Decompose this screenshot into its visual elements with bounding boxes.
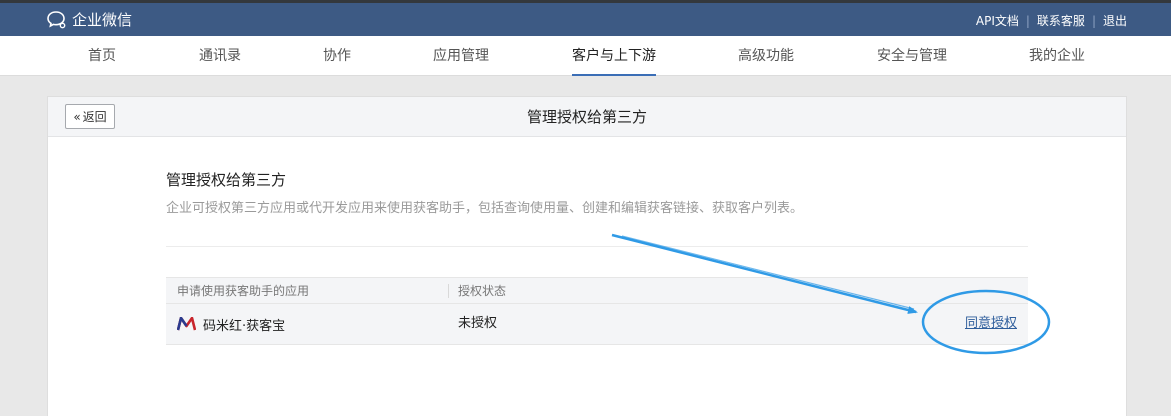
back-label: 返回 bbox=[82, 110, 107, 124]
mamihong-logo-icon bbox=[177, 317, 196, 331]
page-title: 管理授权给第三方 bbox=[526, 108, 647, 126]
nav-item-customers-upstream[interactable]: 客户与上下游 bbox=[572, 36, 656, 76]
table-header: 申请使用获客助手的应用 授权状态 bbox=[166, 277, 1028, 304]
nav-item-contacts[interactable]: 通讯录 bbox=[199, 36, 241, 76]
brand-logo[interactable]: 企业微信 bbox=[46, 9, 132, 30]
panel-header: 管理授权给第三方 « 返回 bbox=[48, 97, 1126, 137]
double-chevron-left-icon: « bbox=[73, 109, 81, 124]
top-links: API文档 | 联系客服 | 退出 bbox=[976, 12, 1127, 29]
status-text: 未授权 bbox=[458, 316, 498, 331]
back-button[interactable]: « 返回 bbox=[65, 104, 115, 129]
authorization-table: 申请使用获客助手的应用 授权状态 码米红·获客宝 未授权 同意授权 bbox=[166, 277, 1028, 345]
approve-authorization-link[interactable]: 同意授权 bbox=[965, 304, 1017, 344]
column-header-status: 授权状态 bbox=[458, 284, 507, 298]
app-cell: 码米红·获客宝 bbox=[177, 304, 285, 344]
divider bbox=[166, 246, 1028, 247]
logout-link[interactable]: 退出 bbox=[1103, 12, 1127, 29]
wecom-logo-icon bbox=[47, 11, 66, 29]
nav-item-security[interactable]: 安全与管理 bbox=[877, 36, 947, 76]
nav-item-home[interactable]: 首页 bbox=[88, 36, 116, 76]
link-separator: | bbox=[1025, 13, 1030, 28]
contact-support-link[interactable]: 联系客服 bbox=[1037, 12, 1085, 29]
nav-item-my-company[interactable]: 我的企业 bbox=[1029, 36, 1085, 76]
column-header-app: 申请使用获客助手的应用 bbox=[177, 284, 310, 298]
link-separator: | bbox=[1091, 13, 1096, 28]
main-nav: 首页 通讯录 协作 应用管理 客户与上下游 高级功能 安全与管理 我的企业 bbox=[0, 36, 1171, 76]
top-bar: 企业微信 API文档 | 联系客服 | 退出 bbox=[0, 3, 1171, 36]
column-separator bbox=[448, 284, 449, 298]
app-name: 码米红·获客宝 bbox=[203, 318, 286, 334]
api-docs-link[interactable]: API文档 bbox=[976, 12, 1019, 29]
brand-name: 企业微信 bbox=[72, 11, 133, 29]
content-panel: 管理授权给第三方 « 返回 管理授权给第三方 企业可授权第三方应用或代开发应用来… bbox=[47, 96, 1127, 416]
nav-item-app-management[interactable]: 应用管理 bbox=[433, 36, 489, 76]
nav-item-advanced[interactable]: 高级功能 bbox=[738, 36, 794, 76]
table-row: 码米红·获客宝 未授权 同意授权 bbox=[166, 304, 1028, 345]
nav-item-collaboration[interactable]: 协作 bbox=[323, 36, 351, 76]
section-title: 管理授权给第三方 bbox=[166, 171, 287, 189]
section-description: 企业可授权第三方应用或代开发应用来使用获客助手，包括查询使用量、创建和编辑获客链… bbox=[166, 201, 804, 216]
